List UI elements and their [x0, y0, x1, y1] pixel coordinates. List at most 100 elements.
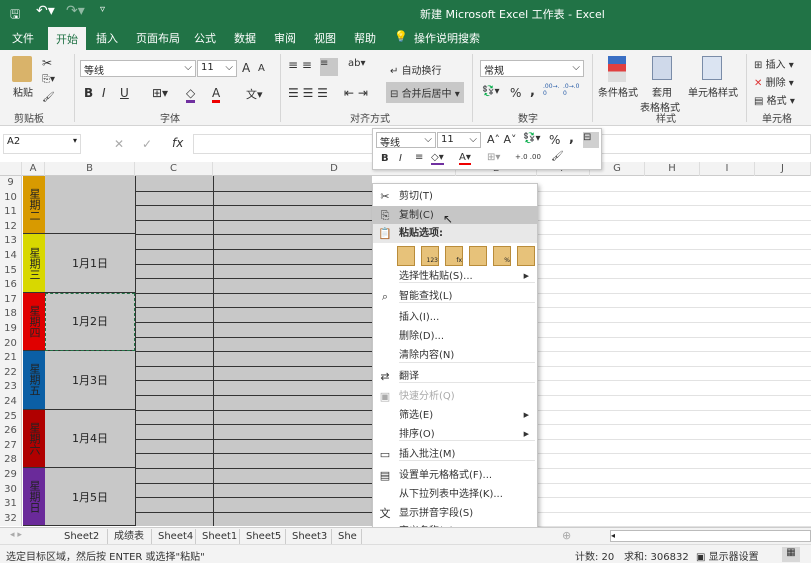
conditional-format-button[interactable]: 条件格式 [598, 84, 638, 99]
decrease-decimal-button[interactable]: .0→.00 [563, 83, 581, 97]
date-cell[interactable]: 1月1日 [45, 234, 135, 293]
percent-button[interactable]: % [510, 86, 521, 100]
row-header[interactable]: 17 [0, 292, 22, 308]
menu-item-item-10[interactable]: 筛选(E) ▶ [373, 406, 537, 425]
mini-fill-color-icon[interactable]: ◇▾ [431, 152, 444, 165]
add-sheet-icon[interactable]: ⊕ [562, 529, 571, 542]
paste-option-paste-icon[interactable] [397, 246, 415, 266]
date-cell[interactable]: 1月5日 [45, 468, 135, 527]
number-format-select[interactable]: 常规 ⌵ [480, 60, 584, 77]
paste-button[interactable]: 粘贴 [13, 84, 33, 99]
tab-help[interactable]: 帮助 [354, 30, 376, 46]
comma-button[interactable]: , [530, 84, 535, 99]
tab-view[interactable]: 视图 [314, 30, 336, 46]
menu-item-comment-12[interactable]: ▭ 插入批注(M) [373, 445, 537, 464]
row-header[interactable]: 20 [0, 336, 22, 352]
row-header[interactable]: 29 [0, 468, 22, 483]
column-header-A[interactable]: A [22, 162, 45, 176]
row-header[interactable]: 11 [0, 205, 22, 220]
mini-align-icon[interactable]: ≡ [415, 152, 423, 163]
sheet-tab[interactable]: Sheet5 [240, 529, 286, 544]
row-header[interactable]: 13 [0, 234, 22, 249]
save-icon[interactable]: 🖫 [10, 5, 20, 26]
row-header[interactable]: 16 [0, 278, 22, 293]
row-header[interactable]: 22 [0, 365, 22, 381]
menu-item-translate-8[interactable]: ⇄ 翻译 [373, 367, 537, 386]
format-cells-button[interactable]: ▤ 格式 ▾ [754, 92, 795, 107]
copy-icon[interactable]: ⎘▾ [42, 74, 55, 85]
mini-grow-font-icon[interactable]: A˄ A˅ [487, 133, 517, 146]
sheet-nav-icon[interactable]: ◂ ▸ [10, 530, 22, 540]
cell-styles-button[interactable]: 单元格样式 [688, 84, 738, 99]
row-header[interactable]: 10 [0, 190, 22, 206]
sheet-tab[interactable]: She [332, 529, 362, 544]
tab-insert[interactable]: 插入 [96, 30, 118, 46]
paste-option-formulas-fx-icon[interactable]: fx [445, 246, 463, 266]
sheet-tab[interactable]: Sheet1 [196, 529, 240, 544]
indent-icon[interactable]: ⇤ ⇥ [344, 86, 368, 100]
menu-item-item-5[interactable]: 插入(I)... [373, 308, 537, 327]
tab-home[interactable]: 开始 [48, 27, 86, 50]
menu-item-phonetic-15[interactable]: 文显示拼音字段(S) [373, 504, 537, 523]
insert-function-icon[interactable]: fx [172, 136, 183, 150]
sheet-tab[interactable]: Sheet2 [58, 529, 108, 544]
redo-icon[interactable]: ↷▾ [66, 3, 85, 19]
tab-file[interactable]: 文件 [12, 30, 34, 46]
align-top-icon[interactable]: ≡ ≡ [288, 58, 312, 72]
increase-decimal-button[interactable]: .00→.0 [543, 83, 561, 97]
weekday-cell[interactable]: 星期三 [23, 234, 45, 293]
cancel-icon[interactable]: ✕ [114, 137, 124, 151]
font-name-select[interactable]: 等线 ⌵ [80, 60, 196, 77]
italic-button[interactable]: I [102, 86, 106, 100]
weekday-cell[interactable]: 星期六 [23, 409, 45, 468]
mini-size-select[interactable]: 11 ⌵ [437, 132, 481, 148]
menu-item-item-11[interactable]: 排序(O) ▶ [373, 425, 537, 444]
bold-button[interactable]: B [84, 86, 93, 100]
tab-data[interactable]: 数据 [234, 30, 256, 46]
font-color-icon[interactable]: A [212, 86, 221, 103]
mini-font-select[interactable]: 等线 ⌵ [376, 132, 436, 149]
row-header[interactable]: 25 [0, 409, 22, 425]
row-header[interactable]: 24 [0, 395, 22, 410]
tell-me-search[interactable]: 操作说明搜索 [414, 30, 480, 46]
paste-option-values-123-icon[interactable]: 123 [421, 246, 439, 266]
cut-icon[interactable]: ✂ [42, 56, 52, 70]
menu-item-item-3[interactable]: 选择性粘贴(S)... ▶ [373, 267, 537, 286]
border-icon[interactable]: ⊞▾ [152, 86, 168, 100]
align-bottom-icon[interactable]: ≡ [320, 58, 338, 76]
accounting-icon[interactable]: 💱▾ [482, 86, 499, 97]
menu-item-item-14[interactable]: 从下拉列表中选择(K)... [373, 485, 537, 504]
sheet-tab[interactable]: 成绩表 [108, 529, 152, 544]
format-painter-icon[interactable]: 🖌 [42, 92, 55, 103]
column-header-B[interactable]: B [45, 162, 135, 176]
shrink-font-button[interactable]: A [258, 63, 265, 74]
name-box[interactable]: A2 ▾ [3, 134, 81, 154]
delete-cells-button[interactable]: ✕ 删除 ▾ [754, 74, 794, 89]
menu-item-format-cells-13[interactable]: ▤ 设置单元格格式(F)... [373, 466, 537, 485]
row-header[interactable]: 9 [0, 176, 22, 191]
row-header[interactable]: 21 [0, 351, 22, 366]
sheet-tab[interactable]: Sheet4 [152, 529, 196, 544]
normal-view-icon[interactable]: ▦ [782, 547, 800, 562]
sheet-tab[interactable]: Sheet3 [286, 529, 332, 544]
horizontal-scrollbar[interactable]: ◂ [610, 530, 811, 542]
paste-option-formatting-icon[interactable]: % [493, 246, 511, 266]
menu-item-copy-1[interactable]: ⎘ 复制(C) [373, 206, 537, 225]
font-size-select[interactable]: 11 ⌵ [197, 60, 237, 77]
tab-formulas[interactable]: 公式 [194, 30, 216, 46]
row-header[interactable]: 19 [0, 322, 22, 337]
row-header[interactable]: 32 [0, 511, 22, 527]
mini-merge-icon[interactable]: ⊟ [583, 132, 599, 148]
row-header[interactable]: 15 [0, 263, 22, 279]
weekday-cell[interactable]: 星期四 [23, 292, 45, 352]
row-header[interactable]: 30 [0, 482, 22, 498]
column-header-J[interactable]: J [755, 162, 811, 176]
column-header-H[interactable]: H [645, 162, 700, 176]
weekday-cell[interactable]: 星期五 [23, 351, 45, 410]
merge-center-button[interactable]: ⊟ 合并后居中 ▾ [386, 82, 464, 103]
mini-accounting-icon[interactable]: 💱▾ [523, 133, 540, 144]
fill-color-icon[interactable]: ◇ [186, 86, 196, 103]
date-cell[interactable]: 1月4日 [45, 410, 135, 468]
display-settings-button[interactable]: ▣ 显示器设置 [696, 548, 759, 563]
mini-format-painter-icon[interactable]: 🖌 [551, 151, 564, 162]
